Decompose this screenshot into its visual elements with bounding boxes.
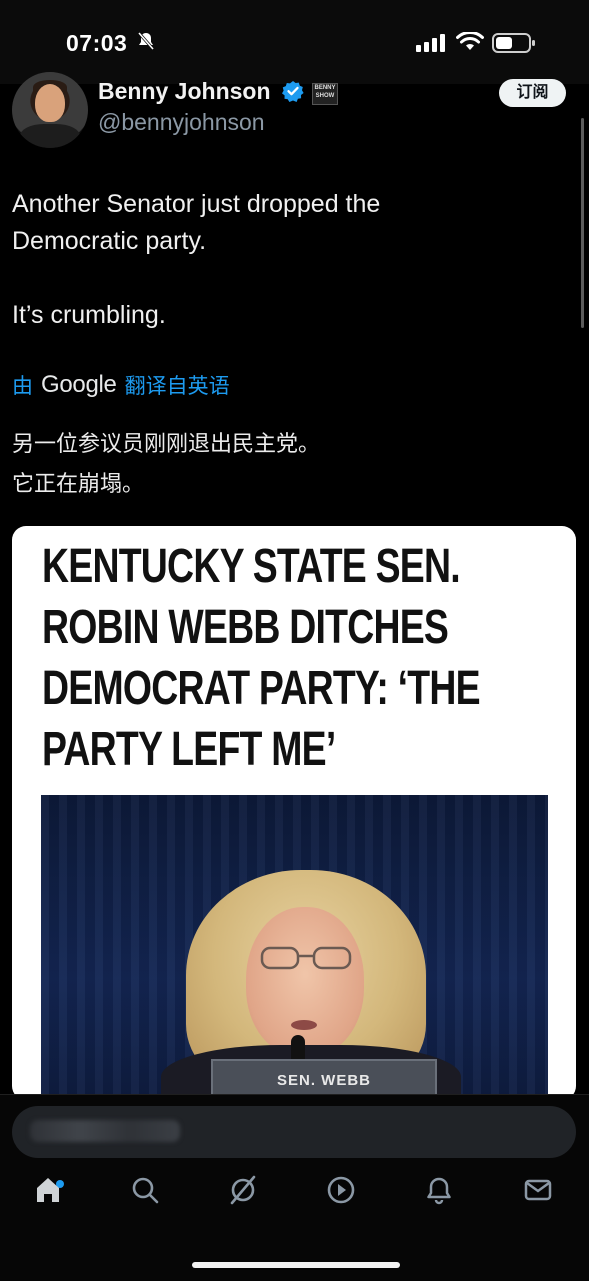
tweet-text-line: It’s crumbling. — [12, 301, 166, 329]
bottom-nav — [0, 1170, 589, 1234]
bell-muted-icon — [137, 32, 155, 50]
glasses-shape — [260, 946, 352, 970]
media-card[interactable]: KENTUCKY STATE SEN. ROBIN WEBB DITCHES D… — [12, 526, 576, 1100]
signal-icon — [416, 34, 445, 52]
author-handle[interactable]: @bennyjohnson — [98, 109, 265, 136]
status-time: 07:03 — [66, 30, 128, 56]
reply-placeholder-blurred — [30, 1120, 180, 1142]
wifi-icon — [456, 32, 484, 50]
scrollbar[interactable] — [581, 118, 584, 328]
google-logo: Google — [41, 371, 117, 398]
headline-line: ROBIN WEBB DITCHES — [42, 601, 449, 654]
media-headline: KENTUCKY STATE SEN. ROBIN WEBB DITCHES D… — [42, 536, 557, 780]
translation-attribution[interactable]: 由 Google 翻译自英语 — [12, 370, 230, 400]
status-bar: 07:03 — [0, 0, 589, 84]
notifications-icon[interactable] — [419, 1170, 459, 1210]
grok-icon[interactable] — [223, 1170, 263, 1210]
translated-text: 另一位参议员刚刚退出民主党。 它正在崩塌。 — [12, 424, 572, 504]
translated-line: 它正在崩塌。 — [12, 471, 145, 496]
subscribe-button[interactable]: 订阅 — [499, 79, 566, 107]
avatar[interactable] — [12, 72, 88, 148]
verified-badge-icon — [282, 81, 304, 102]
home-indicator[interactable] — [192, 1262, 400, 1268]
translation-source-link[interactable]: 翻译自英语 — [125, 370, 230, 400]
headline-line: KENTUCKY STATE SEN. — [42, 540, 461, 593]
translation-prefix: 由 — [12, 375, 33, 398]
tweet-text-line: Another Senator just dropped the — [12, 190, 381, 218]
translated-line: 另一位参议员刚刚退出民主党。 — [12, 431, 321, 456]
battery-icon — [492, 33, 535, 53]
headline-line: DEMOCRAT PARTY: ‘THE — [42, 662, 481, 715]
video-icon[interactable] — [321, 1170, 361, 1210]
tweet-text-line: Democratic party. — [12, 227, 207, 255]
home-icon[interactable] — [28, 1170, 68, 1210]
author-name[interactable]: Benny Johnson — [98, 78, 271, 105]
search-icon[interactable] — [125, 1170, 165, 1210]
tweet-text: Another Senator just dropped the Democra… — [12, 186, 552, 334]
affiliate-badge: BENNY SHOW — [312, 83, 338, 105]
messages-icon[interactable] — [518, 1170, 558, 1210]
headline-line: PARTY LEFT ME’ — [42, 723, 336, 776]
media-photo[interactable]: SEN. WEBB — [41, 795, 548, 1100]
